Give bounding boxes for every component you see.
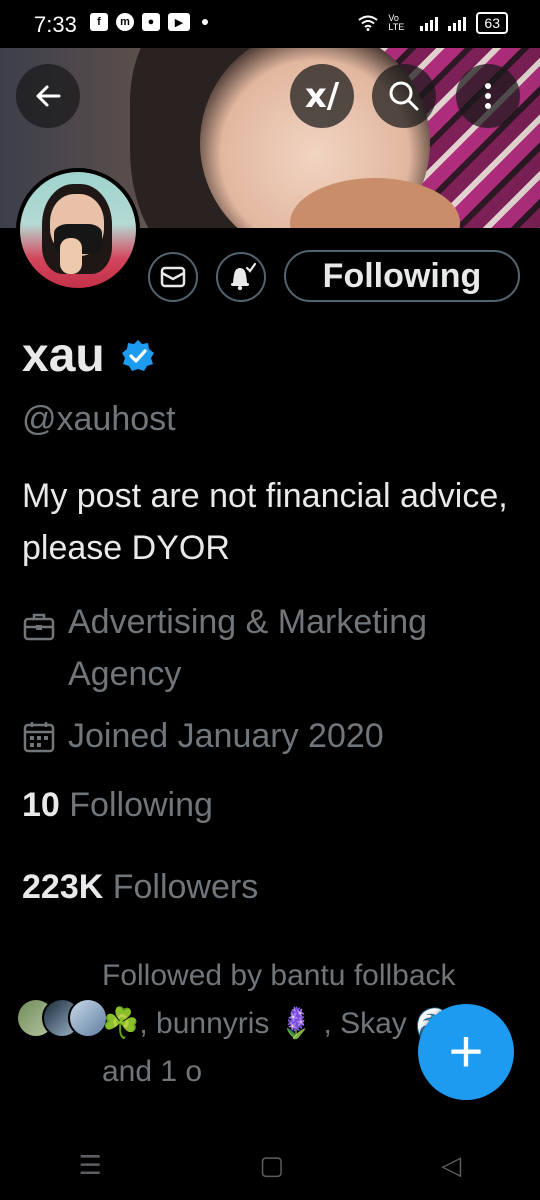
- wifi-icon: [358, 15, 379, 31]
- display-name: xau: [22, 329, 105, 382]
- more-button[interactable]: [456, 64, 520, 128]
- display-name-row: xau: [22, 328, 155, 383]
- network-label: Vo LTE: [388, 13, 405, 32]
- status-bar: 7:33 f m ● ▶ Vo LTE 63: [0, 0, 540, 48]
- handle: @xauhost: [22, 400, 176, 438]
- followed-by-text: Followed by bantu follback☘️, bunnyris 🪻…: [102, 959, 461, 1088]
- status-right: Vo LTE 63: [358, 12, 508, 34]
- message-button[interactable]: [148, 252, 198, 302]
- more-notifications-icon: [202, 19, 208, 25]
- status-time: 7:33: [34, 12, 77, 37]
- back-nav-button[interactable]: ◁: [441, 1150, 461, 1181]
- messenger-icon: m: [116, 13, 134, 31]
- bell-check-icon: [231, 262, 256, 291]
- notify-button[interactable]: [216, 252, 266, 302]
- search-icon: [389, 81, 419, 111]
- youtube-icon: ▶: [168, 13, 190, 31]
- category-label[interactable]: Advertising & Marketing Agency: [68, 596, 468, 700]
- briefcase-icon: [23, 613, 55, 641]
- search-button[interactable]: [372, 64, 436, 128]
- signal-icon: [420, 15, 439, 31]
- system-nav-bar: ☰ ▢ ◁: [0, 1130, 540, 1200]
- verified-badge-icon[interactable]: [121, 339, 155, 373]
- joined-date: Joined January 2020: [68, 717, 384, 755]
- arrow-left-icon: [36, 85, 61, 107]
- notification-icons: f m ● ▶: [90, 13, 208, 31]
- followers-label: Followers: [112, 868, 259, 906]
- recent-apps-button[interactable]: ☰: [79, 1150, 102, 1181]
- grok-icon: x/: [304, 76, 340, 116]
- avatar[interactable]: [16, 168, 140, 292]
- following-count: 10: [22, 786, 60, 824]
- followers-stat[interactable]: 223K Followers: [22, 868, 258, 907]
- more-vertical-icon: [485, 83, 491, 109]
- grok-button[interactable]: x/: [290, 64, 354, 128]
- following-button[interactable]: Following: [284, 250, 520, 302]
- following-stat[interactable]: 10 Following: [22, 786, 213, 825]
- battery-indicator: 63: [476, 12, 508, 34]
- back-button[interactable]: [16, 64, 80, 128]
- joined-row: Joined January 2020: [22, 710, 384, 762]
- facebook-icon: f: [90, 13, 108, 31]
- envelope-icon: [160, 266, 186, 288]
- category-row: Advertising & Marketing Agency: [22, 596, 468, 700]
- calendar-icon: [23, 722, 55, 753]
- bio: My post are not financial advice, please…: [22, 477, 508, 567]
- home-button[interactable]: ▢: [259, 1150, 284, 1181]
- compose-button[interactable]: +: [418, 1004, 514, 1100]
- plus-icon: +: [448, 1018, 484, 1085]
- followers-count: 223K: [22, 868, 104, 906]
- following-label: Following: [69, 786, 213, 824]
- app-icon: ●: [142, 13, 160, 31]
- signal-icon-2: [448, 15, 467, 31]
